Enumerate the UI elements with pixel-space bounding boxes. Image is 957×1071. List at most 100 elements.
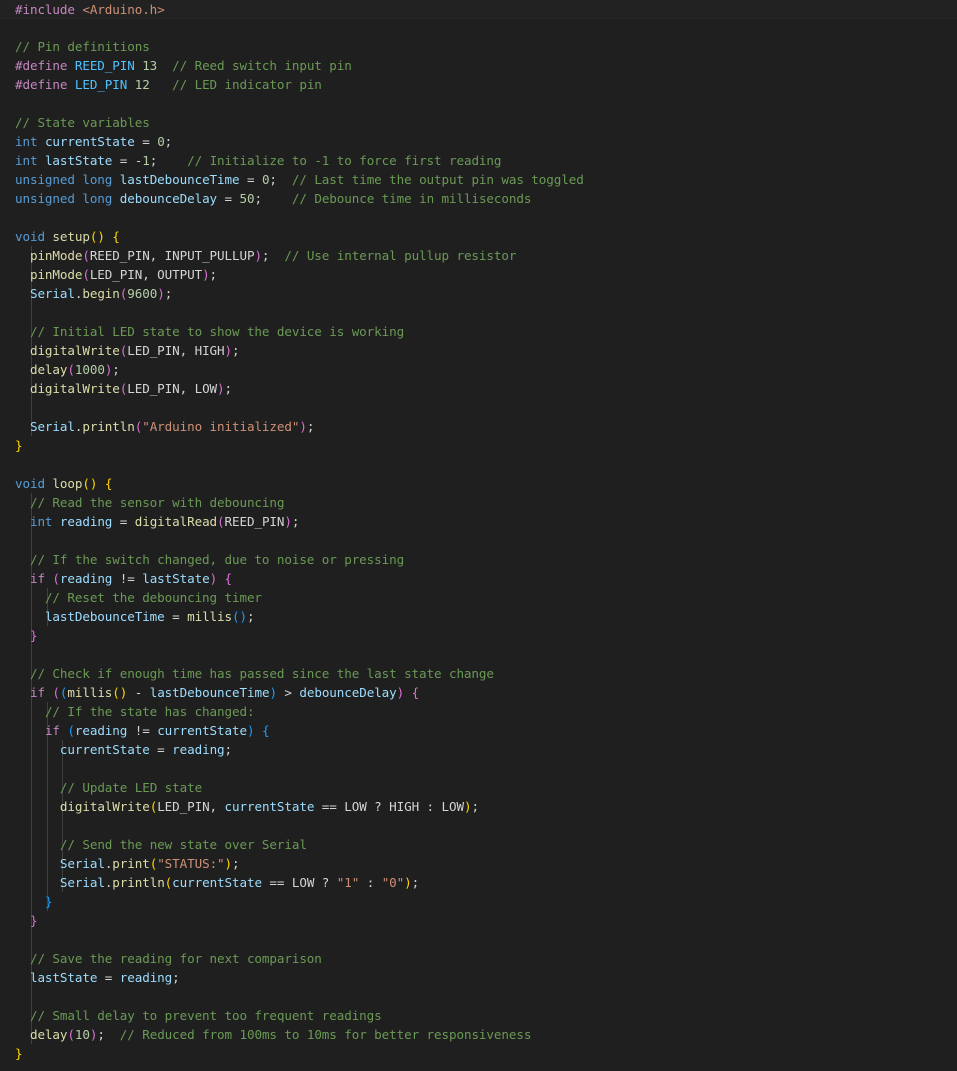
code-token: if <box>29 571 45 586</box>
code-line[interactable] <box>15 208 957 227</box>
code-line[interactable]: int lastState = -1; // Initialize to -1 … <box>15 151 957 170</box>
code-token: lastState <box>44 153 113 168</box>
code-line[interactable]: if (reading != currentState) { <box>15 721 957 740</box>
code-line[interactable] <box>15 759 957 778</box>
code-line[interactable]: delay(10); // Reduced from 100ms to 10ms… <box>15 1025 957 1044</box>
code-line[interactable]: unsigned long lastDebounceTime = 0; // L… <box>15 170 957 189</box>
code-token: = <box>239 172 262 187</box>
code-token: ) <box>284 514 292 529</box>
code-line[interactable] <box>15 531 957 550</box>
code-token: int <box>15 134 38 149</box>
code-line[interactable]: // Read the sensor with debouncing <box>15 493 957 512</box>
code-line[interactable]: digitalWrite(LED_PIN, HIGH); <box>15 341 957 360</box>
code-token: if <box>29 685 45 700</box>
code-token: println <box>82 419 135 434</box>
code-line[interactable]: if (reading != lastState) { <box>15 569 957 588</box>
code-token: ( <box>67 723 75 738</box>
code-token: ( <box>217 514 225 529</box>
code-token: ) <box>404 875 412 890</box>
code-line[interactable]: // Send the new state over Serial <box>15 835 957 854</box>
code-line[interactable]: pinMode(REED_PIN, INPUT_PULLUP); // Use … <box>15 246 957 265</box>
code-line[interactable]: // Update LED state <box>15 778 957 797</box>
code-token: // If the switch changed, due to noise o… <box>29 552 405 567</box>
code-token: "STATUS:" <box>157 856 225 871</box>
code-token: ; <box>149 153 188 168</box>
code-token: ; <box>471 799 479 814</box>
code-line[interactable]: } <box>15 436 957 455</box>
code-line[interactable]: Serial.begin(9600); <box>15 284 957 303</box>
code-line[interactable]: Serial.println(currentState == LOW ? "1"… <box>15 873 957 892</box>
code-token: = <box>164 609 188 624</box>
code-line[interactable]: // Check if enough time has passed since… <box>15 664 957 683</box>
code-line[interactable]: } <box>15 1044 957 1063</box>
code-token: { <box>104 476 113 491</box>
code-token: ) <box>299 419 307 434</box>
code-token: void <box>15 229 45 244</box>
code-line[interactable]: // Initial LED state to show the device … <box>15 322 957 341</box>
code-line[interactable]: delay(1000); <box>15 360 957 379</box>
code-line[interactable]: int reading = digitalRead(REED_PIN); <box>15 512 957 531</box>
code-token: ) <box>217 381 225 396</box>
code-token: { <box>261 723 270 738</box>
code-line[interactable]: digitalWrite(LED_PIN, currentState == LO… <box>15 797 957 816</box>
code-line[interactable] <box>15 987 957 1006</box>
code-token: ; <box>291 514 300 529</box>
code-line[interactable]: void loop() { <box>15 474 957 493</box>
code-token: debounceDelay <box>299 685 397 700</box>
code-line[interactable] <box>15 303 957 322</box>
code-line[interactable] <box>15 930 957 949</box>
code-line[interactable]: #define LED_PIN 12 // LED indicator pin <box>15 75 957 94</box>
code-line[interactable]: // Pin definitions <box>15 37 957 56</box>
code-line[interactable]: if ((millis() - lastDebounceTime) > debo… <box>15 683 957 702</box>
code-editor[interactable]: #include <Arduino.h> // Pin definitions #d… <box>0 0 957 1071</box>
code-line[interactable]: digitalWrite(LED_PIN, LOW); <box>15 379 957 398</box>
code-line[interactable]: int currentState = 0; <box>15 132 957 151</box>
code-line[interactable] <box>15 398 957 417</box>
code-line[interactable] <box>15 816 957 835</box>
code-line[interactable]: // State variables <box>15 113 957 132</box>
code-token: REED_PIN, INPUT_PULLUP <box>89 248 255 263</box>
code-token: () <box>112 685 128 700</box>
code-line[interactable]: // Reset the debouncing timer <box>15 588 957 607</box>
code-line[interactable]: pinMode(LED_PIN, OUTPUT); <box>15 265 957 284</box>
code-token: = <box>217 191 240 206</box>
code-line[interactable]: lastState = reading; <box>15 968 957 987</box>
code-token: int <box>29 514 53 529</box>
code-line[interactable]: lastDebounceTime = millis(); <box>15 607 957 626</box>
code-line[interactable]: } <box>15 911 957 930</box>
code-token: Serial <box>29 286 75 301</box>
code-token: "Arduino initialized" <box>142 419 300 434</box>
code-token: - <box>127 685 150 700</box>
code-line[interactable]: } <box>15 892 957 911</box>
code-line[interactable]: // If the switch changed, due to noise o… <box>15 550 957 569</box>
code-line[interactable]: void setup() { <box>15 227 957 246</box>
code-token: 12 <box>134 77 150 92</box>
code-line[interactable]: } <box>15 626 957 645</box>
code-line[interactable]: Serial.println("Arduino initialized"); <box>15 417 957 436</box>
code-line[interactable]: Serial.print("STATUS:"); <box>15 854 957 873</box>
code-line[interactable] <box>15 94 957 113</box>
code-line[interactable] <box>15 645 957 664</box>
code-line[interactable]: unsigned long debounceDelay = 50; // Deb… <box>15 189 957 208</box>
code-line[interactable] <box>15 18 957 37</box>
code-line[interactable]: #include <Arduino.h> <box>0 0 957 19</box>
code-token: ) <box>224 343 233 358</box>
code-line[interactable]: // If the state has changed: <box>15 702 957 721</box>
code-token: delay <box>29 1027 68 1042</box>
code-token: = <box>112 514 135 529</box>
code-line[interactable]: #define REED_PIN 13 // Reed switch input… <box>15 56 957 75</box>
code-line[interactable]: // Small delay to prevent too frequent r… <box>15 1006 957 1025</box>
code-line[interactable]: currentState = reading; <box>15 740 957 759</box>
code-line[interactable]: // Save the reading for next comparison <box>15 949 957 968</box>
code-token: println <box>112 875 165 890</box>
code-line[interactable] <box>15 455 957 474</box>
code-token: lastDebounceTime <box>149 685 270 700</box>
code-token: digitalWrite <box>59 799 150 814</box>
